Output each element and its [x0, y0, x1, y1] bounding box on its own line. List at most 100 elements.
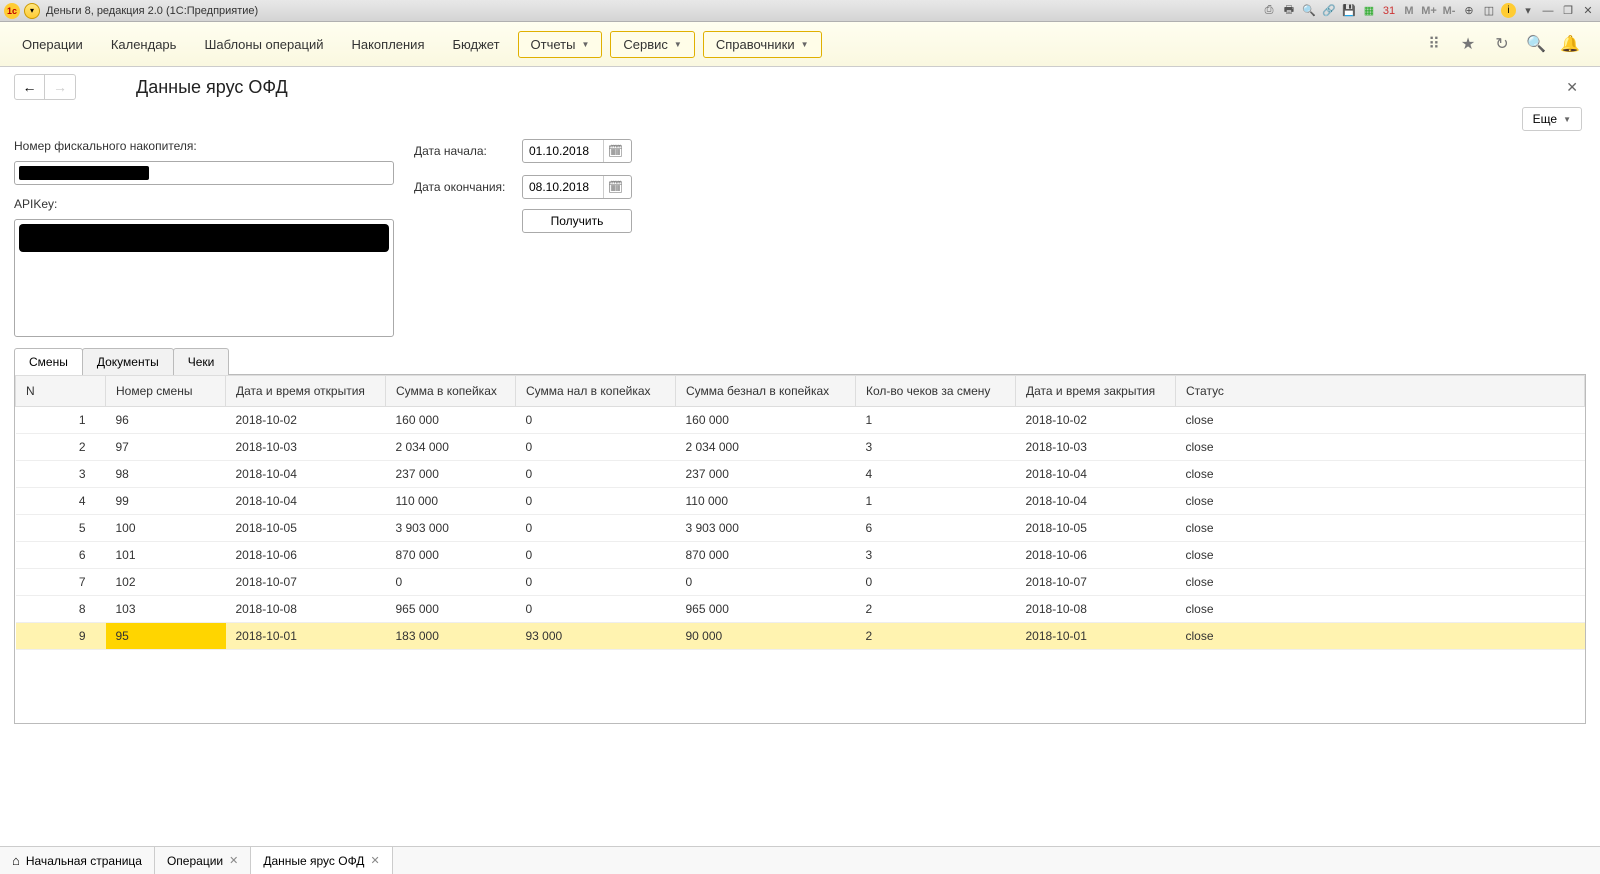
table-cell: 237 000 — [676, 461, 856, 488]
nav-back-button[interactable]: ← — [15, 75, 45, 99]
table-row[interactable]: 3982018-10-04237 0000237 00042018-10-04c… — [16, 461, 1585, 488]
table-cell: close — [1176, 623, 1585, 650]
bottom-tab[interactable]: ⌂Начальная страница — [0, 847, 155, 874]
table-cell: 98 — [106, 461, 226, 488]
table-cell: 2018-10-02 — [1016, 407, 1176, 434]
date-end-field[interactable] — [523, 180, 603, 194]
close-tab-icon[interactable]: ✕ — [229, 854, 238, 867]
menu-templates[interactable]: Шаблоны операций — [194, 31, 333, 58]
date-end-input[interactable]: 🗓 — [522, 175, 632, 199]
toolbar-printer-icon[interactable]: 🖶 — [1281, 3, 1297, 19]
table-row[interactable]: 81032018-10-08965 0000965 00022018-10-08… — [16, 596, 1585, 623]
mem-mminus-button[interactable]: M- — [1441, 3, 1457, 19]
close-page-icon[interactable]: ✕ — [1558, 75, 1586, 100]
toolbar-link-icon[interactable]: 🔗 — [1321, 3, 1337, 19]
bottom-tab[interactable]: Данные ярус ОФД✕ — [251, 847, 392, 874]
table-cell: 90 000 — [676, 623, 856, 650]
table-header[interactable]: Сумма безнал в копейках — [676, 376, 856, 407]
table-row[interactable]: 4992018-10-04110 0000110 00012018-10-04c… — [16, 488, 1585, 515]
calendar-icon[interactable]: 🗓 — [603, 140, 627, 162]
table-cell: 2018-10-03 — [1016, 434, 1176, 461]
tab-documents[interactable]: Документы — [82, 348, 174, 375]
menu-savings[interactable]: Накопления — [341, 31, 434, 58]
table-header[interactable]: Номер смены — [106, 376, 226, 407]
table-row[interactable]: 61012018-10-06870 0000870 00032018-10-06… — [16, 542, 1585, 569]
table-header[interactable]: Кол-во чеков за смену — [856, 376, 1016, 407]
table-cell: 965 000 — [676, 596, 856, 623]
table-row[interactable]: 1962018-10-02160 0000160 00012018-10-02c… — [16, 407, 1585, 434]
page-header: ← → Данные ярус ОФД ✕ — [0, 67, 1600, 107]
bell-icon[interactable]: 🔔 — [1560, 34, 1580, 54]
table-cell: close — [1176, 461, 1585, 488]
table-row[interactable]: 51002018-10-053 903 00003 903 00062018-1… — [16, 515, 1585, 542]
menu-service-button[interactable]: Сервис▼ — [610, 31, 694, 58]
maximize-icon[interactable]: ❐ — [1560, 3, 1576, 19]
calendar-icon[interactable]: 🗓 — [603, 176, 627, 198]
nav-forward-button[interactable]: → — [45, 75, 75, 99]
more-button[interactable]: Еще▼ — [1522, 107, 1582, 131]
table-cell: 2018-10-02 — [226, 407, 386, 434]
home-icon: ⌂ — [12, 853, 20, 868]
apps-icon[interactable]: ⠿ — [1424, 34, 1444, 54]
apikey-input[interactable] — [14, 219, 394, 337]
bottom-tab[interactable]: Операции✕ — [155, 847, 251, 874]
tab-checks[interactable]: Чеки — [173, 348, 230, 375]
menu-budget[interactable]: Бюджет — [443, 31, 510, 58]
table-cell: 2018-10-01 — [226, 623, 386, 650]
star-icon[interactable]: ★ — [1458, 34, 1478, 54]
toolbar-save-icon[interactable]: 💾 — [1341, 3, 1357, 19]
toolbar-calendar-icon[interactable]: 31 — [1381, 3, 1397, 19]
close-tab-icon[interactable]: ✕ — [370, 854, 379, 867]
history-icon[interactable]: ↻ — [1492, 34, 1512, 54]
zoom-icon[interactable]: ⊕ — [1461, 3, 1477, 19]
table-cell: 7 — [16, 569, 106, 596]
table-cell: close — [1176, 515, 1585, 542]
fiscal-number-input[interactable] — [14, 161, 394, 185]
toolbar-search-icon[interactable]: 🔍 — [1301, 3, 1317, 19]
table-row[interactable]: 71022018-10-0700002018-10-07close — [16, 569, 1585, 596]
table-cell: 183 000 — [386, 623, 516, 650]
table-header[interactable]: N — [16, 376, 106, 407]
search-icon[interactable]: 🔍 — [1526, 34, 1546, 54]
table-header[interactable]: Дата и время открытия — [226, 376, 386, 407]
table-cell: 2018-10-08 — [1016, 596, 1176, 623]
date-start-field[interactable] — [523, 144, 603, 158]
close-window-icon[interactable]: ✕ — [1580, 3, 1596, 19]
apikey-label: APIKey: — [14, 197, 394, 211]
caret-icon[interactable]: ▾ — [1520, 3, 1536, 19]
table-container[interactable]: NНомер сменыДата и время открытияСумма в… — [14, 374, 1586, 724]
table-header[interactable]: Дата и время закрытия — [1016, 376, 1176, 407]
menu-reference-button[interactable]: Справочники▼ — [703, 31, 822, 58]
tab-shifts[interactable]: Смены — [14, 348, 83, 375]
table-cell: 8 — [16, 596, 106, 623]
info-icon[interactable]: i — [1501, 3, 1516, 18]
mem-m-button[interactable]: M — [1401, 3, 1417, 19]
table-cell: 3 — [856, 434, 1016, 461]
toolbar-calc-icon[interactable]: ▦ — [1361, 3, 1377, 19]
menu-calendar[interactable]: Календарь — [101, 31, 187, 58]
table-header[interactable]: Сумма в копейках — [386, 376, 516, 407]
get-button[interactable]: Получить — [522, 209, 632, 233]
chevron-down-icon: ▼ — [801, 40, 809, 49]
table-row[interactable]: 9952018-10-01183 00093 00090 00022018-10… — [16, 623, 1585, 650]
date-start-input[interactable]: 🗓 — [522, 139, 632, 163]
table-cell: 103 — [106, 596, 226, 623]
toolbar-print-icon[interactable]: ⎙ — [1261, 3, 1277, 19]
table-cell: 95 — [106, 623, 226, 650]
form-area: Номер фискального накопителя: APIKey: Да… — [0, 139, 1600, 347]
menu-operations[interactable]: Операции — [12, 31, 93, 58]
table-cell: 2018-10-04 — [1016, 488, 1176, 515]
minimize-icon[interactable]: — — [1540, 3, 1556, 19]
table-cell: 0 — [676, 569, 856, 596]
window-title: Деньги 8, редакция 2.0 (1С:Предприятие) — [46, 5, 258, 17]
mem-mplus-button[interactable]: M+ — [1421, 3, 1437, 19]
app-menu-dropdown-icon[interactable]: ▾ — [24, 3, 40, 19]
table-cell: 2018-10-01 — [1016, 623, 1176, 650]
table-row[interactable]: 2972018-10-032 034 00002 034 00032018-10… — [16, 434, 1585, 461]
table-header[interactable]: Статус — [1176, 376, 1585, 407]
menu-reports-button[interactable]: Отчеты▼ — [518, 31, 603, 58]
panel-icon[interactable]: ◫ — [1481, 3, 1497, 19]
table-header[interactable]: Сумма нал в копейках — [516, 376, 676, 407]
table-cell: 3 — [16, 461, 106, 488]
shifts-table: NНомер сменыДата и время открытияСумма в… — [15, 375, 1585, 650]
